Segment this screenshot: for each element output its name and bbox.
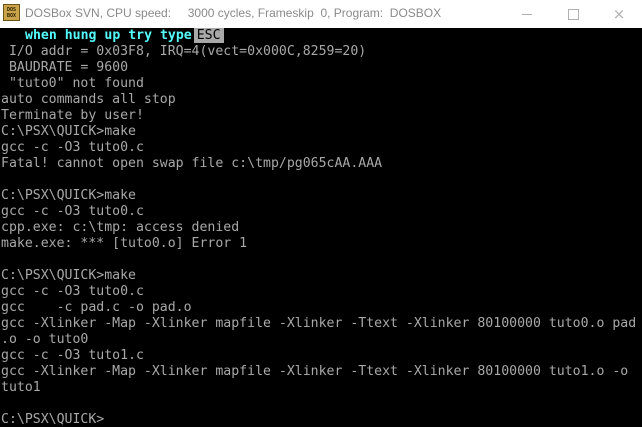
hint-esc-key: ESC bbox=[193, 28, 224, 43]
title-bar[interactable]: DOS BOX DOSBox SVN, CPU speed: 3000 cycl… bbox=[0, 0, 642, 29]
console-line: auto commands all stop bbox=[1, 92, 176, 107]
app-icon-label-bottom: BOX bbox=[6, 12, 17, 19]
console-line: C:\PSX\QUICK>make bbox=[1, 268, 136, 283]
console-line: make.exe: *** [tuto0.o] Error 1 bbox=[1, 236, 248, 251]
dos-console[interactable]: when hung up try type ESC I/O addr = 0x03… bbox=[0, 28, 642, 427]
hint-text: when hung up try type bbox=[25, 28, 192, 43]
console-line: gcc -c -O3 tuto0.c bbox=[1, 284, 144, 299]
dosbox-window: DOS BOX DOSBox SVN, CPU speed: 3000 cycl… bbox=[0, 0, 642, 427]
console-line: I/O addr = 0x03F8, IRQ=4(vect=0x000C,825… bbox=[1, 44, 367, 59]
maximize-button[interactable] bbox=[550, 0, 596, 28]
console-line: gcc -c -O3 tuto0.c bbox=[1, 140, 144, 155]
console-line: C:\PSX\QUICK>make bbox=[1, 124, 136, 139]
console-line: gcc -c pad.c -o pad.o bbox=[1, 300, 192, 315]
dosbox-app-icon[interactable]: DOS BOX bbox=[3, 4, 20, 21]
minimize-icon bbox=[522, 13, 532, 15]
console-line: gcc -Xlinker -Map -Xlinker mapfile -Xlin… bbox=[1, 316, 637, 331]
console-hint-line: when hung up try type ESC bbox=[25, 28, 224, 44]
console-line: Terminate by user! bbox=[1, 108, 144, 123]
close-icon: × bbox=[612, 4, 626, 23]
console-line: C:\PSX\QUICK>make bbox=[1, 188, 136, 203]
console-line: tuto1 bbox=[1, 380, 41, 395]
minimize-button[interactable] bbox=[504, 0, 550, 28]
console-line: cpp.exe: c:\tmp: access denied bbox=[1, 220, 240, 235]
console-line: gcc -Xlinker -Map -Xlinker mapfile -Xlin… bbox=[1, 364, 629, 379]
window-title: DOSBox SVN, CPU speed: 3000 cycles, Fram… bbox=[25, 6, 442, 20]
console-line: BAUDRATE = 9600 bbox=[1, 60, 129, 75]
close-button[interactable]: × bbox=[596, 0, 642, 28]
console-line: C:\PSX\QUICK> bbox=[1, 412, 105, 427]
console-line: .o -o tuto0 bbox=[1, 332, 89, 347]
console-line: gcc -c -O3 tuto0.c bbox=[1, 204, 144, 219]
console-line: "tuto0" not found bbox=[1, 76, 144, 91]
console-line: Fatal! cannot open swap file c:\tmp/pg06… bbox=[1, 156, 383, 171]
console-line: gcc -c -O3 tuto1.c bbox=[1, 348, 144, 363]
maximize-icon bbox=[567, 8, 579, 20]
